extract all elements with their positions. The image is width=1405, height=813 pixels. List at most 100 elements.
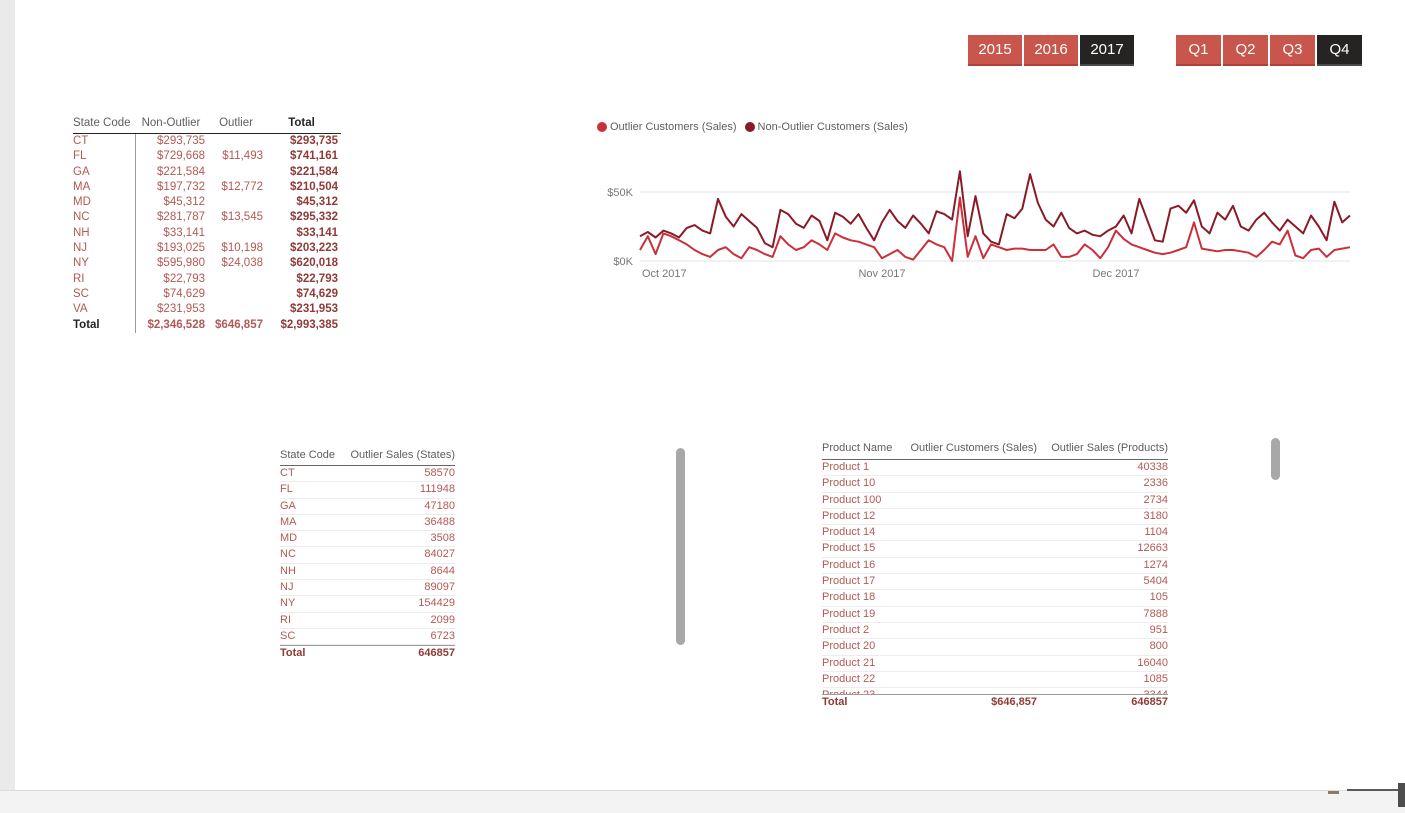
- product-cell: 5404: [1037, 574, 1168, 590]
- product-cell: Product 15: [822, 541, 908, 557]
- table-row[interactable]: Product 20 800: [822, 639, 1168, 655]
- table-row[interactable]: NJ$193,025$10,198$203,223: [73, 241, 341, 256]
- state-code-cell: GA: [280, 499, 350, 515]
- product-cell: 2734: [1037, 493, 1168, 509]
- outlier-sales-cell: 3508: [350, 531, 455, 547]
- table-row[interactable]: Product 102336: [822, 476, 1168, 492]
- matrix-cell: $33,141: [265, 226, 338, 241]
- zoom-slider[interactable]: [1347, 789, 1399, 791]
- table-row[interactable]: NC$281,787$13,545$295,332: [73, 210, 341, 225]
- table-row[interactable]: CT$293,735$293,735: [73, 134, 341, 149]
- table-row[interactable]: Product 2951: [822, 623, 1168, 639]
- outlier-sales-products-table: Product Name Outlier Customers (Sales) O…: [822, 439, 1168, 710]
- matrix-cell: NJ: [73, 241, 135, 256]
- table-row[interactable]: FL111948: [280, 482, 455, 498]
- table-row[interactable]: Product 1002734: [822, 493, 1168, 509]
- matrix-total-cell: $2,346,528: [135, 318, 207, 333]
- matrix-cell: [207, 165, 265, 180]
- products-total-row[interactable]: Total$646,857646857: [822, 694, 1168, 710]
- horizontal-scrollbar-thumb[interactable]: [1398, 783, 1405, 807]
- table-row[interactable]: Product 161274: [822, 558, 1168, 574]
- matrix-cell: [207, 302, 265, 317]
- matrix-cell: $12,772: [207, 180, 265, 195]
- product-cell: Product 21: [822, 656, 908, 672]
- table-row[interactable]: CT58570: [280, 466, 455, 482]
- quarter-q1-button[interactable]: Q1: [1176, 35, 1221, 66]
- product-cell: Product 20: [822, 639, 908, 655]
- clipped-table-row[interactable]: Product 233344: [822, 688, 1168, 694]
- quarter-q3-button[interactable]: Q3: [1270, 35, 1315, 66]
- product-cell: [908, 460, 1037, 476]
- state-code-cell: SC: [280, 629, 350, 645]
- outlier-sales-cell: 89097: [350, 580, 455, 596]
- product-cell: 105: [1037, 590, 1168, 606]
- states-table-scrollbar[interactable]: [676, 448, 685, 645]
- table-row[interactable]: Product 21 16040: [822, 656, 1168, 672]
- matrix-cell: NY: [73, 256, 135, 271]
- table-row[interactable]: MD$45,312$45,312: [73, 195, 341, 210]
- product-cell: [908, 656, 1037, 672]
- year-2016-button[interactable]: 2016: [1024, 35, 1078, 66]
- table-row[interactable]: NJ89097: [280, 580, 455, 596]
- products-header-product-name: Product Name: [822, 439, 908, 459]
- year-2017-button[interactable]: 2017: [1080, 35, 1134, 66]
- table-row[interactable]: Product 140338: [822, 460, 1168, 476]
- table-row[interactable]: NH$33,141$33,141: [73, 226, 341, 241]
- matrix-cell: $193,025: [135, 241, 207, 256]
- states-header-state-code: State Code: [280, 447, 350, 465]
- table-row[interactable]: NY154429: [280, 596, 455, 612]
- matrix-header-row: State Code Non-Outlier Outlier Total: [73, 113, 341, 134]
- matrix-cell: $22,793: [265, 272, 338, 287]
- quarter-q2-button[interactable]: Q2: [1223, 35, 1268, 66]
- states-total-row[interactable]: Total646857: [280, 645, 455, 661]
- table-row[interactable]: RI2099: [280, 613, 455, 629]
- table-row[interactable]: Product 221085: [822, 672, 1168, 688]
- matrix-cell: FL: [73, 149, 135, 164]
- table-row[interactable]: SC$74,629$74,629: [73, 287, 341, 302]
- table-row[interactable]: RI$22,793$22,793: [73, 272, 341, 287]
- matrix-header-total: Total: [265, 113, 338, 133]
- products-table-scrollbar[interactable]: [1271, 438, 1280, 480]
- product-cell: [908, 607, 1037, 623]
- outlier-sales-cell: 154429: [350, 596, 455, 612]
- table-row[interactable]: NC84027: [280, 547, 455, 563]
- table-row[interactable]: Product 123180: [822, 509, 1168, 525]
- table-row[interactable]: GA47180: [280, 499, 455, 515]
- product-cell: 16040: [1037, 656, 1168, 672]
- table-row[interactable]: NY$595,980$24,038$620,018: [73, 256, 341, 271]
- matrix-total-row[interactable]: Total$2,346,528$646,857$2,993,385: [73, 318, 341, 333]
- table-row[interactable]: MD3508: [280, 531, 455, 547]
- state-code-cell: MD: [280, 531, 350, 547]
- table-row[interactable]: Product 1512663: [822, 541, 1168, 557]
- product-cell: 800: [1037, 639, 1168, 655]
- product-cell: 3180: [1037, 509, 1168, 525]
- product-cell: [908, 525, 1037, 541]
- table-row[interactable]: MA36488: [280, 515, 455, 531]
- table-row[interactable]: MA$197,732$12,772$210,504: [73, 180, 341, 195]
- table-row[interactable]: Product 18105: [822, 590, 1168, 606]
- table-row[interactable]: SC6723: [280, 629, 455, 645]
- matrix-cell: $74,629: [135, 287, 207, 302]
- table-row[interactable]: FL$729,668$11,493$741,161: [73, 149, 341, 164]
- x-tick-dec: Dec 2017: [1092, 268, 1139, 280]
- zoom-out-icon[interactable]: [1328, 791, 1339, 794]
- table-row[interactable]: VA$231,953$231,953: [73, 302, 341, 317]
- series-line-non-outlier-customers-sales-: [640, 171, 1350, 247]
- matrix-cell: RI: [73, 272, 135, 287]
- state-code-cell: NY: [280, 596, 350, 612]
- outlier-sales-cell: 47180: [350, 499, 455, 515]
- table-row[interactable]: Product 17 5404: [822, 574, 1168, 590]
- table-row[interactable]: Product 141104: [822, 525, 1168, 541]
- product-cell: Product 23: [822, 688, 908, 694]
- product-cell: [908, 623, 1037, 639]
- year-2015-button[interactable]: 2015: [968, 35, 1022, 66]
- table-row[interactable]: NH8644: [280, 564, 455, 580]
- product-cell: Product 17: [822, 574, 908, 590]
- matrix-cell: $231,953: [265, 302, 338, 317]
- products-header-outlier-sales: Outlier Sales (Products): [1037, 439, 1168, 459]
- table-row[interactable]: Product 197888: [822, 607, 1168, 623]
- table-row[interactable]: GA$221,584$221,584: [73, 165, 341, 180]
- matrix-cell: $221,584: [135, 165, 207, 180]
- sales-line-chart: Outlier Customers (Sales) Non-Outlier Cu…: [595, 110, 1360, 300]
- quarter-q4-button[interactable]: Q4: [1317, 35, 1362, 66]
